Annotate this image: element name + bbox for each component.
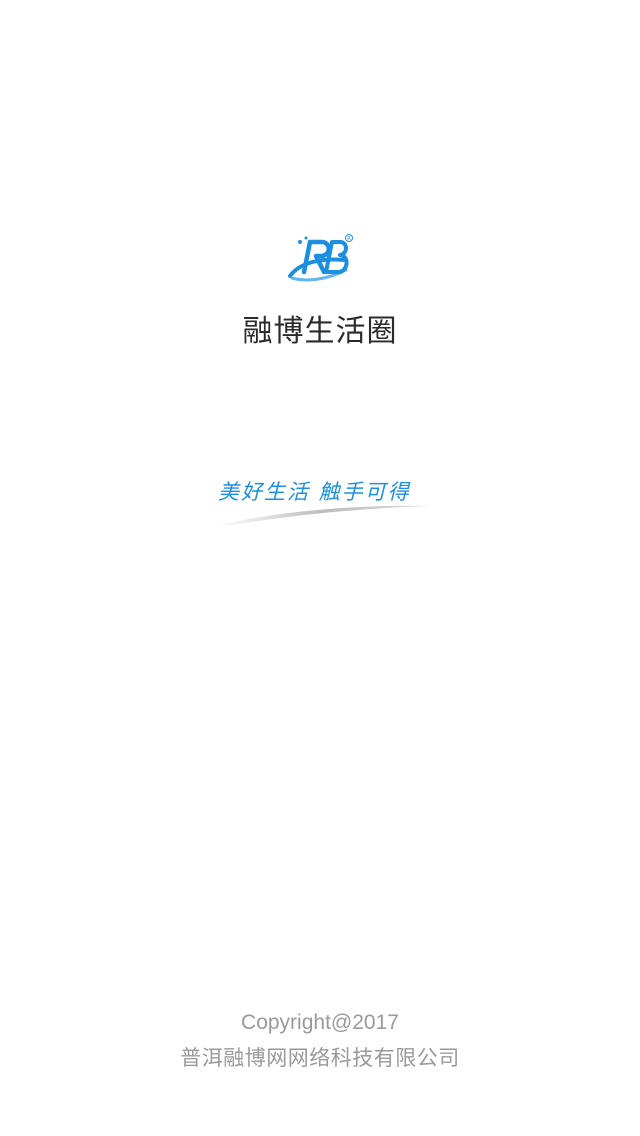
svg-text:R: R: [347, 236, 351, 242]
footer: Copyright@2017 普洱融博网网络科技有限公司: [0, 1006, 640, 1076]
copyright-text: Copyright@2017: [241, 1011, 399, 1034]
slogan: 美好生活 触手可得: [210, 472, 434, 534]
rb-logo-icon: R: [288, 234, 353, 282]
slogan-underline-swoosh: [216, 505, 430, 528]
company-name: 普洱融博网网络科技有限公司: [180, 1046, 460, 1070]
app-name: 融博生活圈: [242, 314, 398, 349]
